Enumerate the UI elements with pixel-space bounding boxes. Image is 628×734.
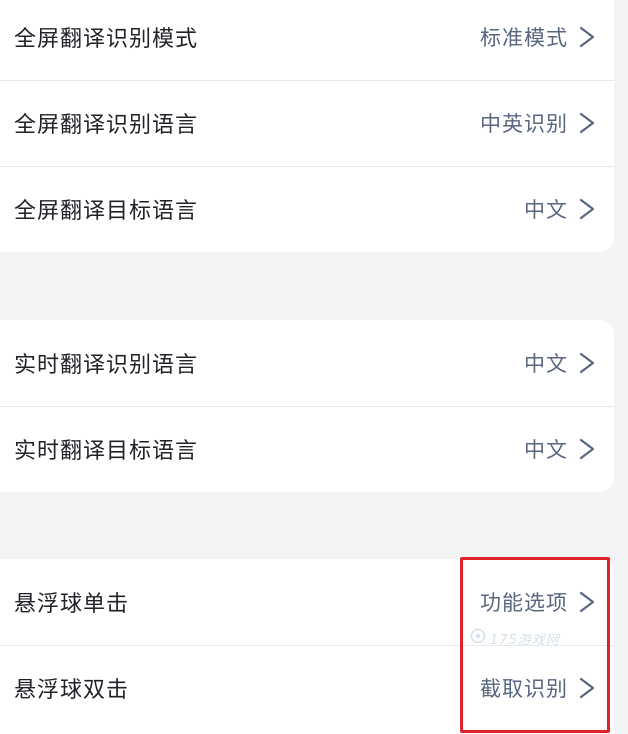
setting-label: 悬浮球单击 [14,592,130,617]
setting-value-area: 中文 [524,434,598,464]
chevron-right-icon [576,197,598,221]
setting-value-area: 功能选项 [480,587,598,617]
setting-row-realtime-recognition-language[interactable]: 实时翻译识别语言 中文 [0,320,614,406]
setting-value: 中文 [524,438,568,462]
settings-group-fullscreen: 全屏翻译识别模式 标准模式 全屏翻译识别语言 中英识别 全屏翻译目标语言 中文 [0,0,614,252]
chevron-right-icon [576,111,598,135]
setting-value: 功能选项 [480,591,568,615]
setting-value: 标准模式 [480,26,568,50]
setting-row-realtime-target-language[interactable]: 实时翻译目标语言 中文 [0,406,614,492]
setting-value: 中文 [524,198,568,222]
setting-value-area: 中英识别 [480,108,598,138]
chevron-right-icon [576,590,598,614]
chevron-right-icon [576,437,598,461]
settings-group-realtime: 实时翻译识别语言 中文 实时翻译目标语言 中文 [0,320,614,492]
setting-row-fullscreen-recognition-language[interactable]: 全屏翻译识别语言 中英识别 [0,80,614,166]
setting-value-area: 截取识别 [480,673,598,703]
setting-label: 全屏翻译识别语言 [14,113,199,138]
setting-value: 截取识别 [480,677,568,701]
chevron-right-icon [576,25,598,49]
setting-label: 悬浮球双击 [14,678,130,703]
setting-value-area: 中文 [524,194,598,224]
chevron-right-icon [576,351,598,375]
setting-row-fullscreen-target-language[interactable]: 全屏翻译目标语言 中文 [0,166,614,252]
setting-value-area: 标准模式 [480,22,598,52]
settings-group-floating-ball: 悬浮球单击 功能选项 悬浮球双击 截取识别 [0,559,614,734]
setting-row-floating-ball-single-tap[interactable]: 悬浮球单击 功能选项 [0,559,614,645]
setting-value-area: 中文 [524,348,598,378]
chevron-right-icon [576,676,598,700]
setting-label: 全屏翻译识别模式 [14,27,199,52]
setting-label: 实时翻译识别语言 [14,353,199,378]
setting-value: 中文 [524,352,568,376]
setting-label: 全屏翻译目标语言 [14,199,199,224]
setting-value: 中英识别 [480,112,568,136]
setting-label: 实时翻译目标语言 [14,439,199,464]
setting-row-fullscreen-recognition-mode[interactable]: 全屏翻译识别模式 标准模式 [0,0,614,80]
setting-row-floating-ball-double-tap[interactable]: 悬浮球双击 截取识别 [0,645,614,731]
